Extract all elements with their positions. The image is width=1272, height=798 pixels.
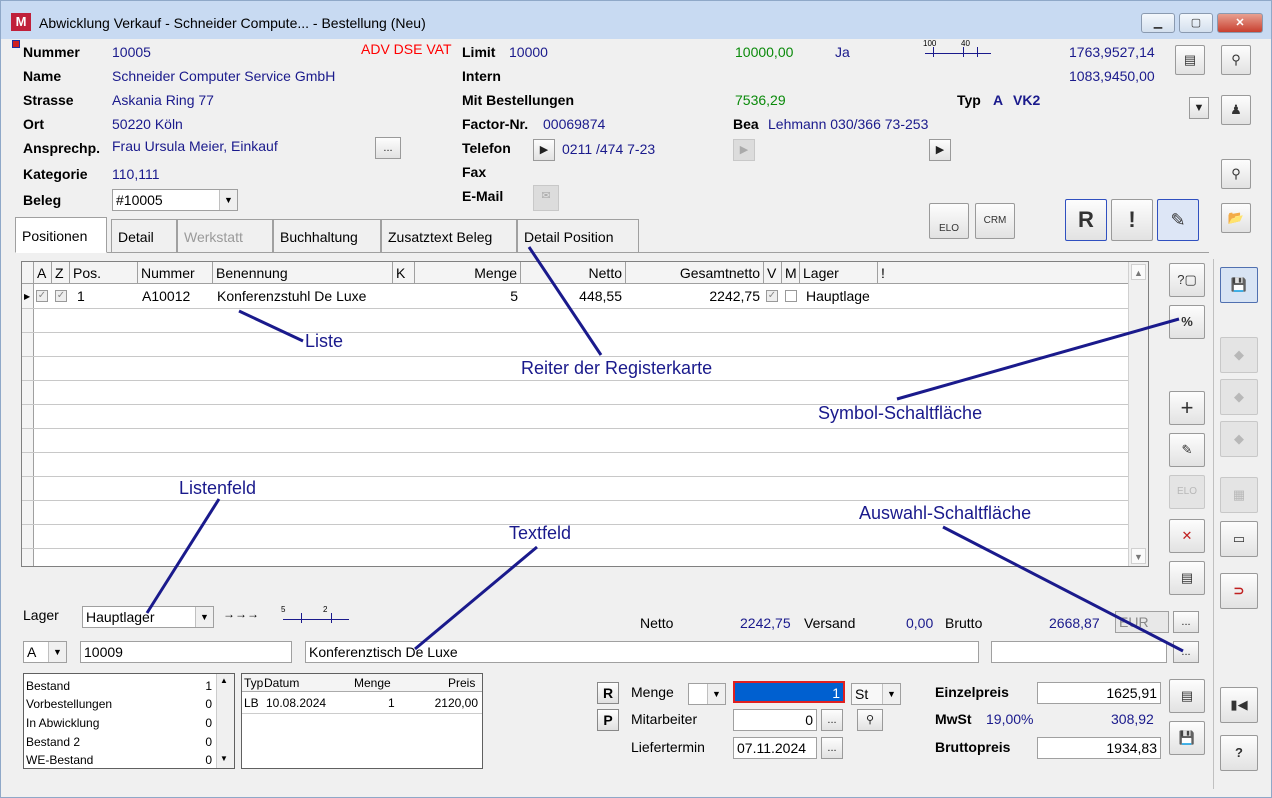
- annotation-listenfeld: Listenfeld: [179, 478, 257, 498]
- tab-positionen[interactable]: Positionen: [15, 217, 107, 253]
- symbol-arrow: [896, 317, 1180, 401]
- liste-arrow: [238, 309, 304, 343]
- annotation-lines: [145, 246, 1184, 653]
- listenfeld-arrow: [145, 498, 221, 614]
- annotation-liste: Liste: [305, 331, 344, 351]
- main-window: M Abwicklung Verkauf - Schneider Compute…: [0, 0, 1272, 798]
- reiter-arrow: [527, 246, 603, 356]
- auswahl-arrow: [942, 525, 1184, 653]
- annotation-reiter: Reiter der Registerkarte: [521, 358, 713, 378]
- textfeld-arrow: [414, 545, 538, 651]
- annotation-auswahl: Auswahl-Schaltfläche: [859, 503, 1032, 523]
- annotation-symbol: Symbol-Schaltfläche: [818, 403, 983, 423]
- annotation-textfeld: Textfeld: [509, 523, 572, 543]
